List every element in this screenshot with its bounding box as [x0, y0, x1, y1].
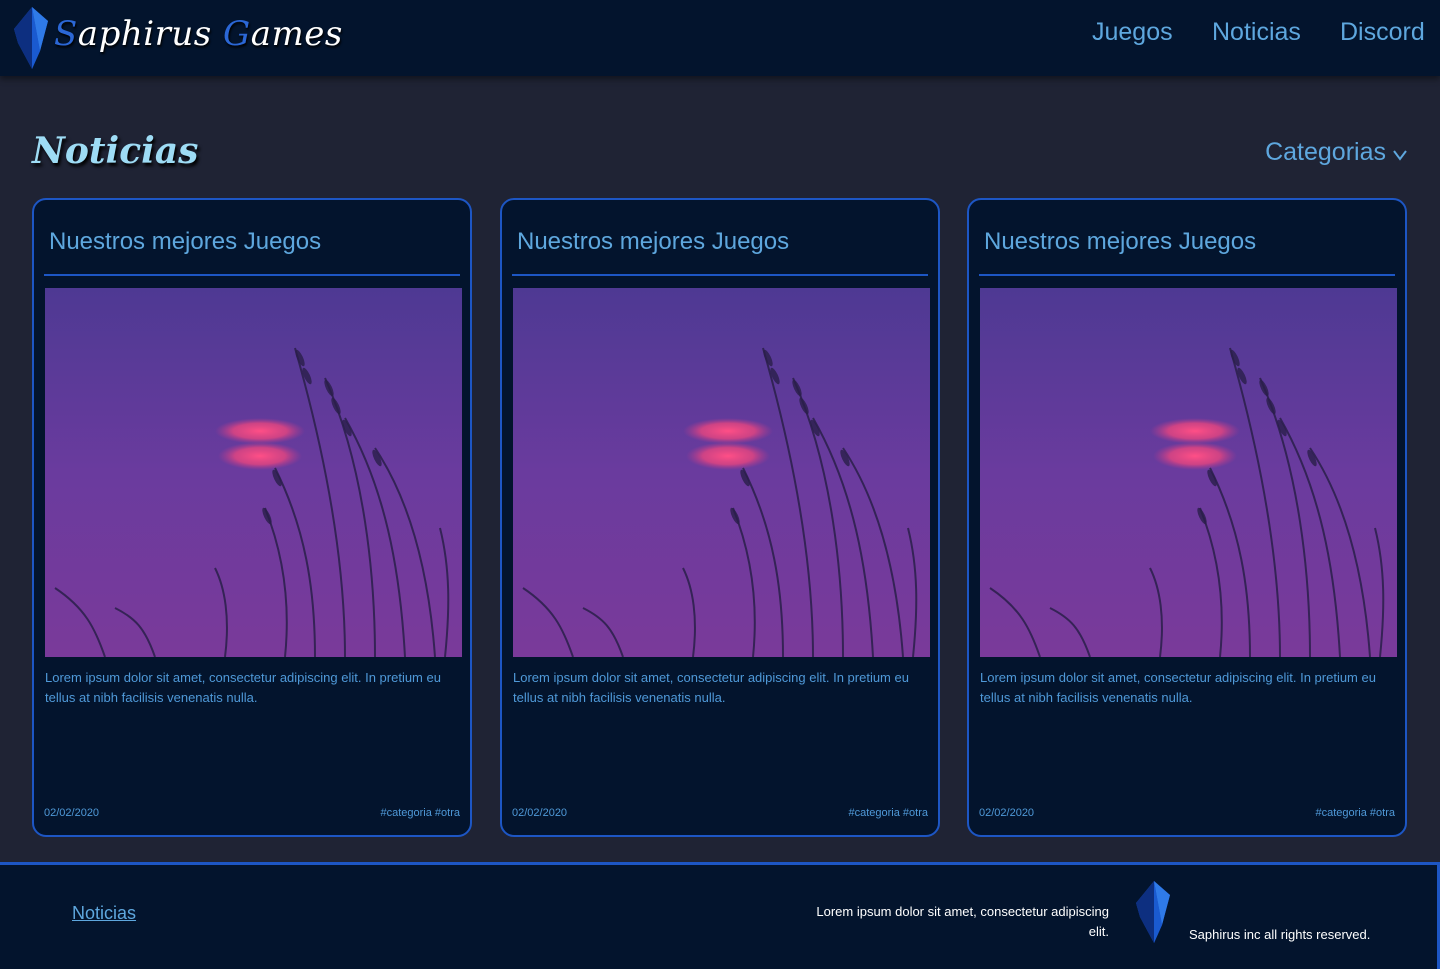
- site-footer: Noticias Lorem ipsum dolor sit amet, con…: [0, 862, 1440, 969]
- card-image: [513, 288, 930, 657]
- card-tags[interactable]: #categoria #otra: [849, 807, 929, 819]
- card-divider: [979, 274, 1395, 276]
- card-date: 02/02/2020: [44, 807, 100, 819]
- footer-link-noticias[interactable]: Noticias: [72, 903, 136, 924]
- footer-description: Lorem ipsum dolor sit amet, consectetur …: [816, 904, 1109, 939]
- nav-juegos[interactable]: Juegos: [1092, 18, 1173, 47]
- logo-s-letter: S: [54, 14, 78, 54]
- logo-word-1: aphirus: [77, 14, 212, 54]
- card-title[interactable]: Nuestros mejores Juegos: [984, 228, 1256, 256]
- page-title: Noticias: [32, 130, 199, 172]
- card-title[interactable]: Nuestros mejores Juegos: [517, 228, 789, 256]
- news-card[interactable]: Nuestros mejores Juegos Lorem ipsum dolo…: [500, 198, 940, 837]
- card-image: [980, 288, 1397, 657]
- sapphire-logo-icon[interactable]: [14, 7, 50, 71]
- copyright-text: Saphirus inc all rights reserved.: [1189, 927, 1371, 942]
- card-description: Lorem ipsum dolor sit amet, consectetur …: [980, 670, 1376, 705]
- card-tags[interactable]: #categoria #otra: [1316, 807, 1396, 819]
- categories-label: Categorias: [1265, 138, 1386, 166]
- card-tags[interactable]: #categoria #otra: [381, 807, 461, 819]
- card-divider: [512, 274, 928, 276]
- news-card[interactable]: Nuestros mejores Juegos Lorem ipsum dolo…: [32, 198, 472, 837]
- card-date: 02/02/2020: [979, 807, 1035, 819]
- card-divider: [44, 274, 460, 276]
- nav-discord[interactable]: Discord: [1340, 18, 1425, 47]
- categories-dropdown[interactable]: Categorias: [1265, 138, 1408, 167]
- card-image: [45, 288, 462, 657]
- sapphire-logo-icon: [1136, 881, 1170, 943]
- logo-g-letter: G: [223, 14, 251, 54]
- card-description: Lorem ipsum dolor sit amet, consectetur …: [513, 670, 909, 705]
- chevron-down-icon: [1393, 149, 1407, 161]
- site-logo-text[interactable]: Saphirus Games: [54, 14, 343, 54]
- news-card[interactable]: Nuestros mejores Juegos Lorem ipsum dolo…: [967, 198, 1407, 837]
- card-title[interactable]: Nuestros mejores Juegos: [49, 228, 321, 256]
- logo-word-2: ames: [250, 14, 343, 54]
- site-header: Saphirus Games Juegos Noticias Discord: [0, 0, 1440, 76]
- card-description: Lorem ipsum dolor sit amet, consectetur …: [45, 670, 441, 705]
- card-date: 02/02/2020: [512, 807, 568, 819]
- nav-noticias[interactable]: Noticias: [1212, 18, 1301, 47]
